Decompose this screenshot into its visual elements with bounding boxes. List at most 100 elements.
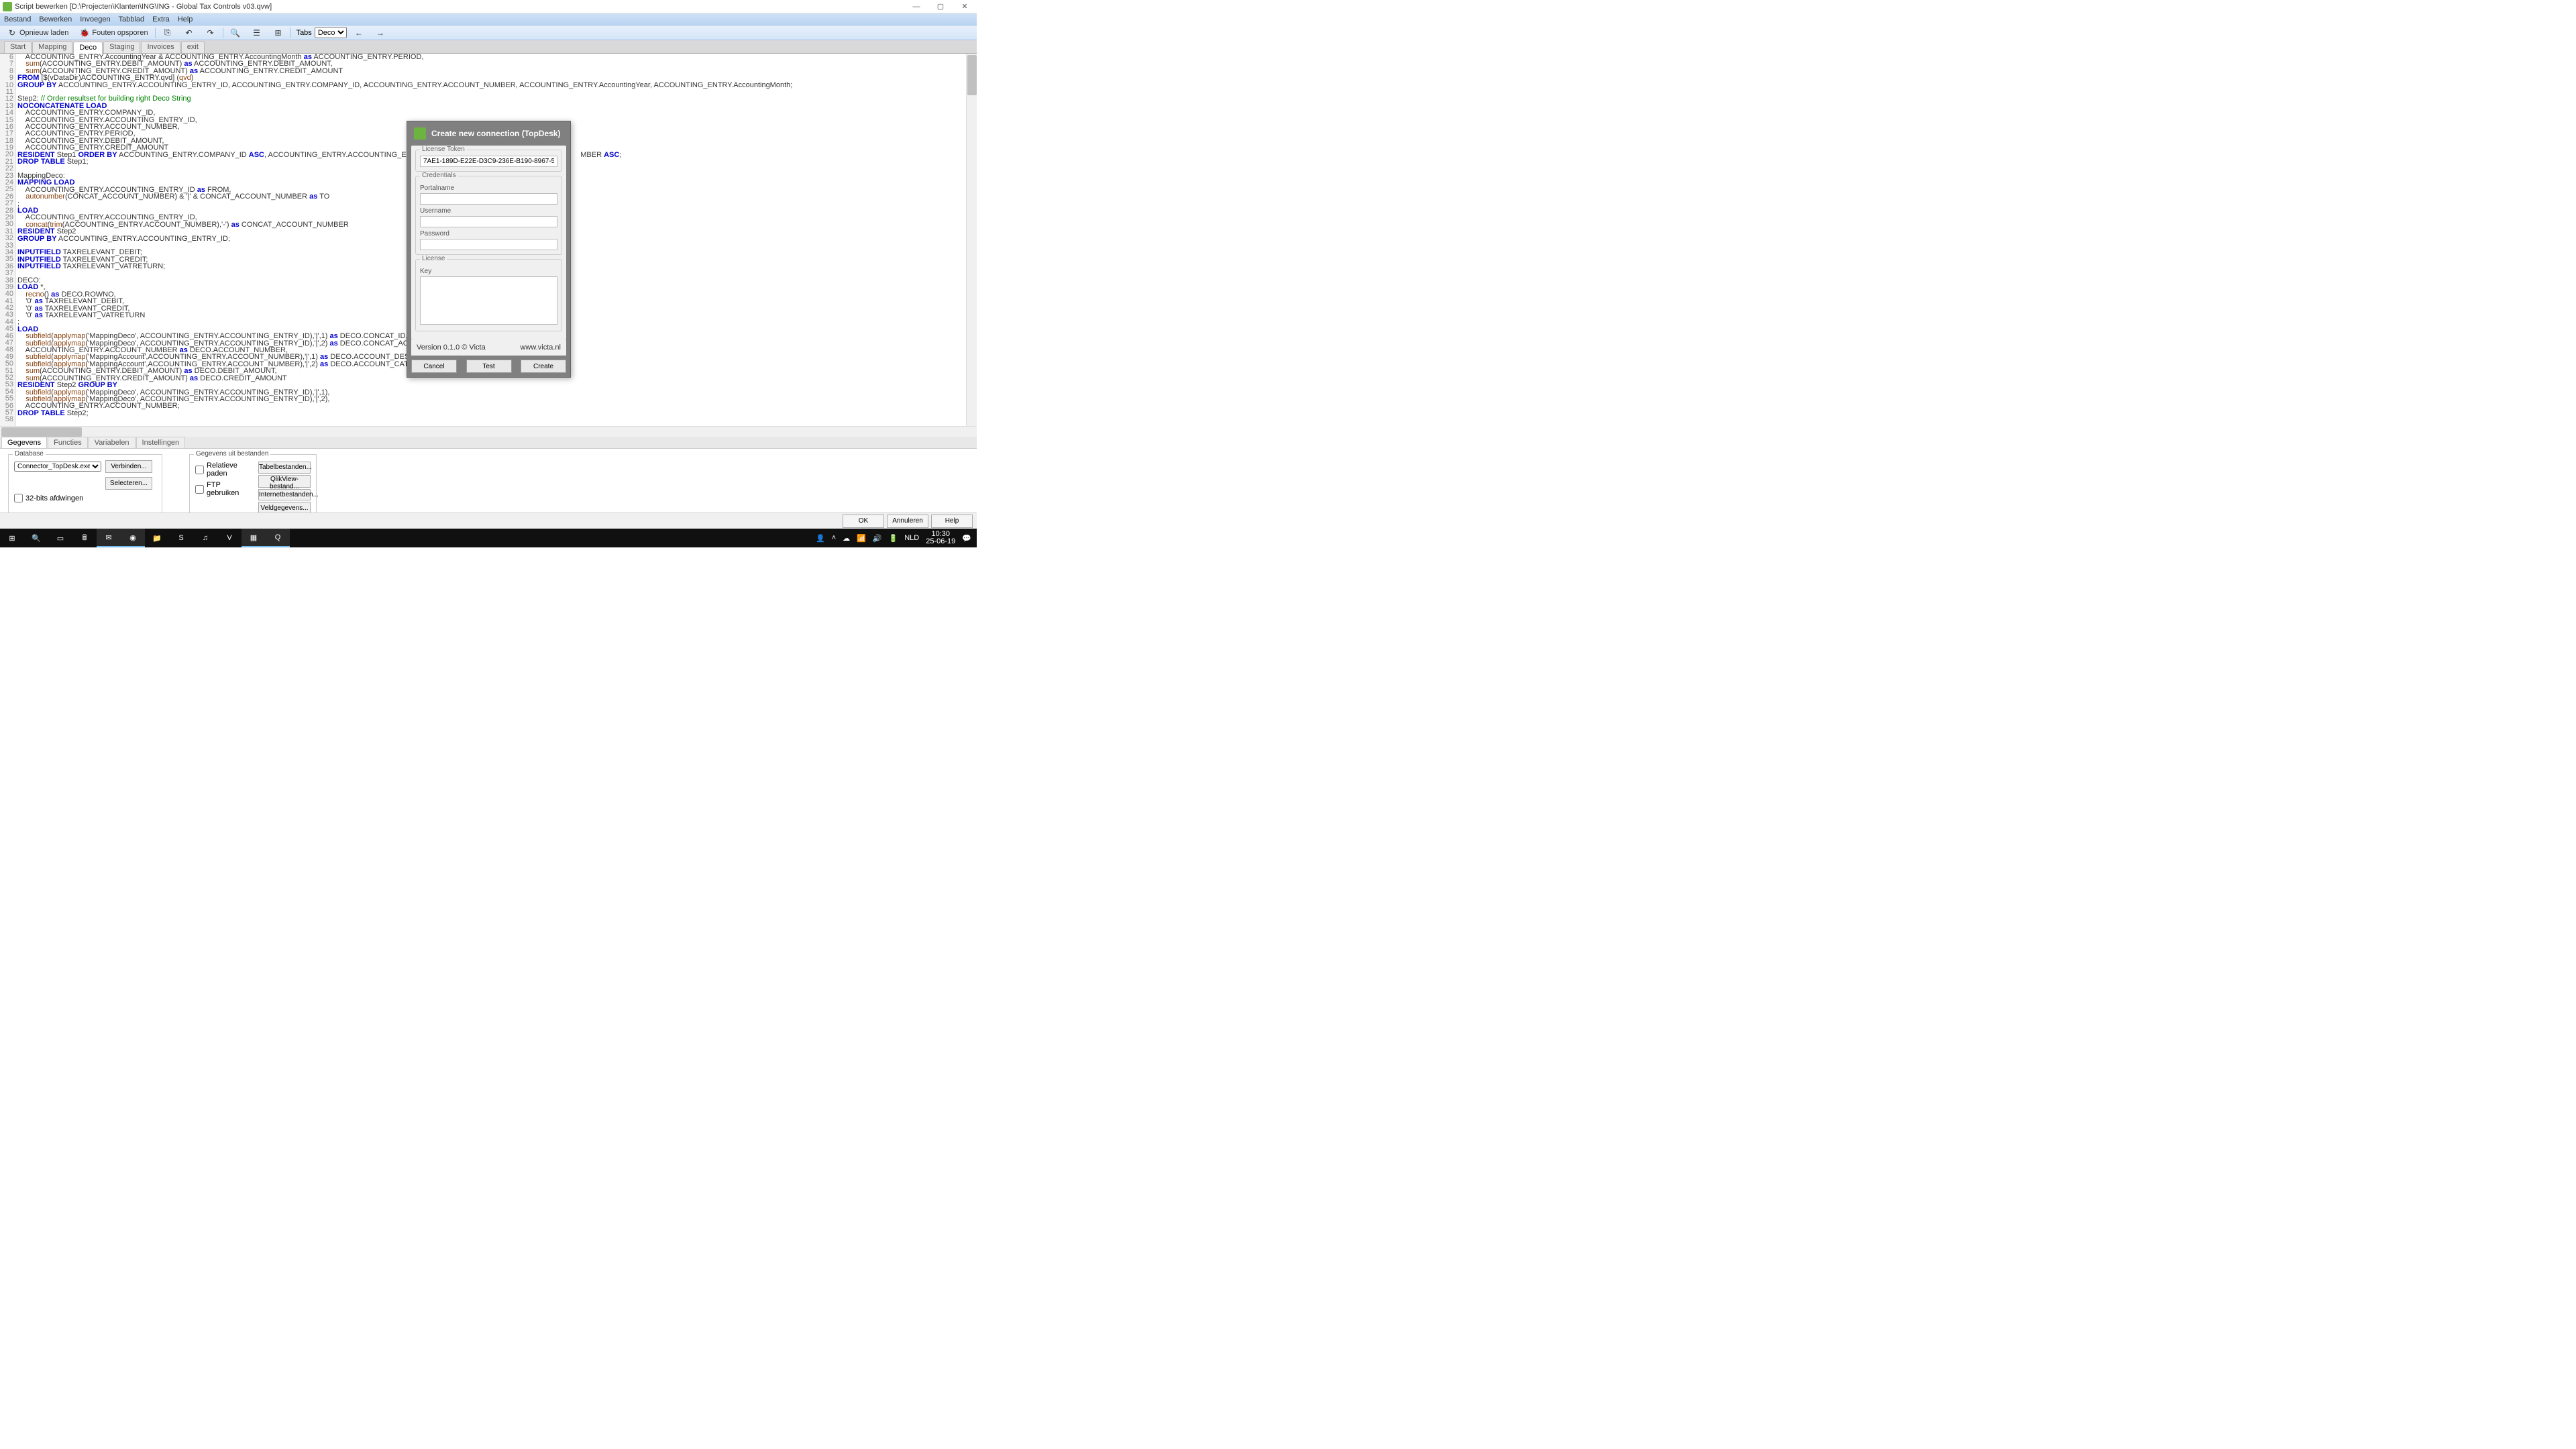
script-tabs: Start Mapping Deco Staging Invoices exit — [0, 40, 977, 54]
tabs-select[interactable]: Deco — [315, 27, 347, 38]
menu-bewerken[interactable]: Bewerken — [39, 15, 72, 23]
close-button[interactable]: ✕ — [955, 1, 974, 13]
force32-checkbox[interactable] — [14, 494, 23, 502]
modal-header: Create new connection (TopDesk) — [407, 121, 570, 146]
app-icon-1[interactable]: V — [217, 529, 241, 547]
tab-exit[interactable]: exit — [181, 41, 205, 53]
btab-functies[interactable]: Functies — [48, 437, 88, 448]
dialog-footer: OK Annuleren Help — [0, 513, 977, 529]
tab-staging[interactable]: Staging — [103, 41, 140, 53]
toolbar-icon-2[interactable]: ↶ — [180, 27, 199, 39]
connect-button[interactable]: Verbinden... — [105, 460, 152, 473]
database-legend: Database — [13, 450, 46, 458]
scrollbar-thumb-h[interactable] — [1, 427, 82, 437]
scrollbar-thumb[interactable] — [967, 55, 977, 95]
menu-help[interactable]: Help — [178, 15, 193, 23]
taskbar: ⊞ 🔍 ▭ 🖩 ✉ ◉ 📁 S ♫ V ▦ Q 👤 ˄ ☁ 📶 🔊 🔋 NLD … — [0, 529, 977, 547]
spotify-icon[interactable]: ♫ — [193, 529, 217, 547]
menu-bestand[interactable]: Bestand — [4, 15, 31, 23]
portal-input[interactable] — [420, 193, 557, 205]
toolbar-icon-5[interactable]: ☰ — [248, 27, 266, 39]
modal-create-button[interactable]: Create — [521, 360, 566, 373]
maximize-button[interactable]: ▢ — [931, 1, 950, 13]
tab-prev[interactable]: ← — [350, 27, 368, 39]
scrollbar-vertical[interactable] — [966, 54, 977, 426]
tab-next[interactable]: → — [371, 27, 390, 39]
modal-cancel-button[interactable]: Cancel — [411, 360, 457, 373]
btab-variabelen[interactable]: Variabelen — [89, 437, 136, 448]
taskview-icon[interactable]: ▭ — [48, 529, 72, 547]
tablefiles-button[interactable]: Tabelbestanden... — [258, 462, 311, 474]
tray-battery-icon[interactable]: 🔋 — [889, 534, 898, 543]
license-legend: License — [420, 255, 447, 262]
tray-chevron-icon[interactable]: ˄ — [832, 534, 836, 542]
ftp-label: FTP gebruiken — [207, 481, 252, 497]
bottom-tabs: Gegevens Functies Variabelen Instellinge… — [0, 437, 977, 449]
modal-test-button[interactable]: Test — [466, 360, 512, 373]
webfiles-button[interactable]: Internetbestanden... — [258, 489, 311, 501]
tray-lang[interactable]: NLD — [904, 534, 919, 542]
qlikview-icon[interactable]: Q — [266, 529, 290, 547]
scrollbar-horizontal[interactable] — [0, 426, 977, 437]
help-button[interactable]: Help — [931, 515, 973, 528]
btab-gegevens[interactable]: Gegevens — [1, 437, 47, 448]
menu-tabblad[interactable]: Tabblad — [119, 15, 145, 23]
portal-label: Portalname — [420, 184, 557, 192]
titlebar: Script bewerken [D:\Projecten\Klanten\IN… — [0, 0, 977, 13]
outlook-icon[interactable]: ✉ — [97, 529, 121, 547]
key-input[interactable] — [420, 276, 557, 325]
debug-button[interactable]: 🐞Fouten opsporen — [75, 27, 152, 39]
tab-invoices[interactable]: Invoices — [141, 41, 180, 53]
explorer-icon[interactable]: 📁 — [145, 529, 169, 547]
ftp-checkbox[interactable] — [195, 485, 204, 494]
menu-extra[interactable]: Extra — [152, 15, 170, 23]
search-icon[interactable]: 🔍 — [24, 529, 48, 547]
calculator-icon[interactable]: 🖩 — [72, 529, 97, 547]
license-token-input[interactable] — [420, 156, 557, 167]
toolbar-icon-4[interactable]: 🔍 — [226, 27, 245, 39]
tab-mapping[interactable]: Mapping — [32, 41, 72, 53]
credentials-group: Credentials Portalname Username Password — [415, 176, 562, 255]
modal-icon — [414, 127, 426, 140]
select-button[interactable]: Selecteren... — [105, 477, 152, 490]
qlikfile-button[interactable]: QlikView-bestand... — [258, 475, 311, 488]
minimize-button[interactable]: — — [907, 1, 926, 13]
toolbar-icon-1[interactable]: ⎘ — [158, 27, 177, 39]
line-gutter: 6789101112131415161718192021222324252627… — [0, 54, 16, 426]
connector-select[interactable]: Connector_TopDesk.exe (32) (Victa — [14, 462, 101, 472]
ok-button[interactable]: OK — [843, 515, 884, 528]
modal-title: Create new connection (TopDesk) — [431, 129, 560, 138]
tray-notifications-icon[interactable]: 💬 — [962, 534, 971, 543]
start-button[interactable]: ⊞ — [0, 529, 24, 547]
bug-icon: 🐞 — [79, 28, 90, 38]
tab-start[interactable]: Start — [4, 41, 32, 53]
chrome-icon[interactable]: ◉ — [121, 529, 145, 547]
skype-icon[interactable]: S — [169, 529, 193, 547]
reload-icon: ↻ — [7, 28, 17, 38]
license-group: License Key — [415, 259, 562, 331]
tab-deco[interactable]: Deco — [73, 42, 103, 54]
cancel-button[interactable]: Annuleren — [887, 515, 928, 528]
tray-volume-icon[interactable]: 🔊 — [873, 534, 882, 543]
btab-instellingen[interactable]: Instellingen — [136, 437, 186, 448]
relative-checkbox[interactable] — [195, 466, 204, 474]
version-text: Version 0.1.0 © Victa — [417, 343, 486, 352]
tray-onedrive-icon[interactable]: ☁ — [843, 534, 850, 543]
username-input[interactable] — [420, 216, 557, 227]
menubar: Bestand Bewerken Invoegen Tabblad Extra … — [0, 13, 977, 25]
force32-label: 32-bits afdwingen — [25, 494, 83, 502]
tabs-label: Tabs — [297, 29, 312, 37]
tray-clock[interactable]: 10:30 25-06-19 — [926, 531, 955, 545]
tray-people-icon[interactable]: 👤 — [816, 534, 825, 543]
modal-footer: Cancel Test Create — [407, 356, 570, 377]
app-icon-2[interactable]: ▦ — [241, 529, 266, 547]
reload-button[interactable]: ↻Opnieuw laden — [3, 27, 72, 39]
toolbar-icon-6[interactable]: ⊞ — [269, 27, 288, 39]
password-input[interactable] — [420, 239, 557, 250]
separator — [290, 28, 291, 38]
menu-invoegen[interactable]: Invoegen — [80, 15, 110, 23]
tray-network-icon[interactable]: 📶 — [857, 534, 866, 543]
toolbar-icon-3[interactable]: ↷ — [201, 27, 220, 39]
license-token-group: License Token — [415, 150, 562, 172]
files-group: Gegevens uit bestanden Relatieve paden F… — [189, 454, 317, 520]
